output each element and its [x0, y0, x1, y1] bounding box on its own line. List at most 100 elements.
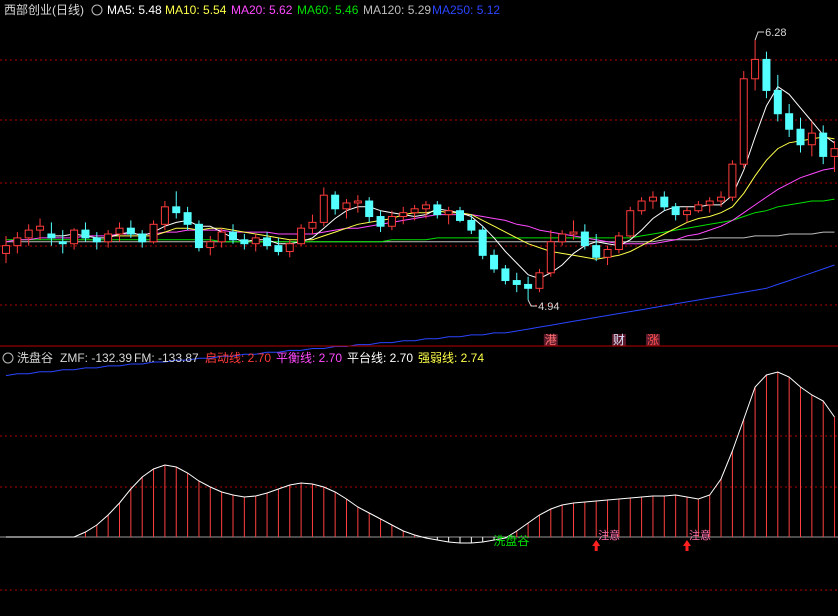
candle — [592, 245, 601, 258]
candle — [785, 113, 794, 130]
chart-canvas: 西部创业(日线) MA5: 5.48 MA10: 5.54 MA20: 5.62… — [0, 2, 838, 591]
attention-marker: 注意 — [598, 528, 620, 542]
candle — [410, 208, 419, 214]
legend-ma120: MA120: 5.29 — [363, 3, 431, 17]
candle — [558, 233, 567, 243]
candle — [751, 58, 760, 80]
ma60-line — [6, 198, 835, 243]
candle — [251, 237, 260, 245]
legend-zmf: ZMF: -132.39 — [60, 351, 132, 365]
candle — [705, 200, 714, 206]
candle — [92, 237, 101, 243]
legend-fm: FM: -133.87 — [134, 351, 199, 365]
candle — [160, 206, 169, 225]
legend-pingheng: 平衡线: 2.70 — [276, 351, 342, 365]
candle — [648, 196, 657, 202]
candles — [2, 40, 838, 300]
candle — [501, 268, 510, 282]
candle — [660, 196, 669, 208]
candle — [807, 132, 816, 146]
candle — [149, 223, 158, 243]
candle — [819, 132, 828, 157]
extreme-label: 4.94 — [538, 301, 559, 313]
legend-ma20: MA20: 5.62 — [231, 3, 293, 17]
candle — [376, 216, 385, 227]
candle — [104, 233, 113, 243]
attention-marker: 注意 — [689, 528, 711, 542]
candle — [194, 223, 203, 249]
indicator-curve-group — [6, 371, 835, 544]
candle — [36, 225, 45, 231]
legend-ma10: MA10: 5.54 — [165, 3, 227, 17]
candle — [263, 237, 272, 247]
candle — [387, 216, 396, 227]
candle — [285, 243, 294, 252]
legend-ma60: MA60: 5.46 — [297, 3, 359, 17]
candle — [433, 204, 442, 216]
events: 港财涨 — [543, 332, 660, 347]
candle — [308, 221, 317, 229]
candle — [478, 229, 487, 256]
candle — [467, 219, 476, 231]
candle — [490, 254, 499, 270]
candle — [58, 241, 67, 245]
candle — [456, 210, 464, 221]
collapse-icon[interactable] — [91, 4, 103, 16]
legend-ma5: MA5: 5.48 — [107, 3, 162, 17]
candle — [694, 204, 703, 212]
candle — [331, 194, 340, 210]
indicator-curve — [6, 371, 835, 544]
candle — [81, 229, 90, 239]
candle — [421, 204, 430, 210]
candle — [671, 206, 680, 216]
candle — [614, 235, 623, 251]
candle — [342, 202, 351, 210]
candle — [24, 229, 33, 239]
candle — [717, 196, 726, 202]
candle — [796, 128, 805, 146]
extreme-label: 6.28 — [765, 27, 786, 39]
candle — [683, 210, 691, 216]
candle — [138, 233, 147, 243]
candle — [580, 231, 589, 247]
collapse-icon[interactable] — [2, 352, 14, 364]
candle — [206, 241, 215, 249]
candle — [115, 227, 124, 235]
extremes: 6.28 4.94 — [527, 27, 787, 313]
candle — [126, 227, 135, 235]
legend-qiangruo: 强弱线: 2.74 — [418, 351, 484, 365]
candle — [773, 89, 782, 115]
candle — [728, 163, 737, 198]
legend-pingtai: 平台线: 2.70 — [347, 350, 413, 365]
candle — [240, 239, 249, 245]
candle — [319, 194, 328, 223]
candle — [353, 200, 362, 204]
ma5-line — [51, 85, 835, 280]
grid — [0, 59, 838, 591]
candle — [626, 210, 635, 237]
candle — [546, 241, 555, 274]
candle — [739, 78, 748, 165]
extreme-leader — [754, 31, 765, 41]
label-xipangu: 洗盘谷 — [493, 533, 529, 548]
candle — [183, 212, 192, 225]
candle — [637, 200, 646, 212]
candle — [274, 245, 283, 252]
main-legend: 西部创业(日线) MA5: 5.48 MA10: 5.54 MA20: 5.62… — [4, 2, 500, 17]
indicator-bars — [0, 372, 838, 543]
candle — [365, 200, 374, 218]
candle — [217, 231, 226, 243]
candle — [47, 233, 56, 239]
candle — [399, 212, 408, 218]
candle — [524, 283, 533, 289]
candle — [13, 237, 22, 247]
indicator-labels: 洗盘谷 注意 注意 — [493, 528, 711, 551]
candle — [2, 245, 10, 254]
event-marker: 财 — [613, 333, 625, 347]
candle — [762, 58, 771, 91]
candle — [535, 272, 544, 289]
legend-ma250: MA250: 5.12 — [432, 3, 500, 17]
candle — [70, 229, 79, 245]
candle — [444, 210, 453, 216]
candle — [297, 227, 306, 245]
